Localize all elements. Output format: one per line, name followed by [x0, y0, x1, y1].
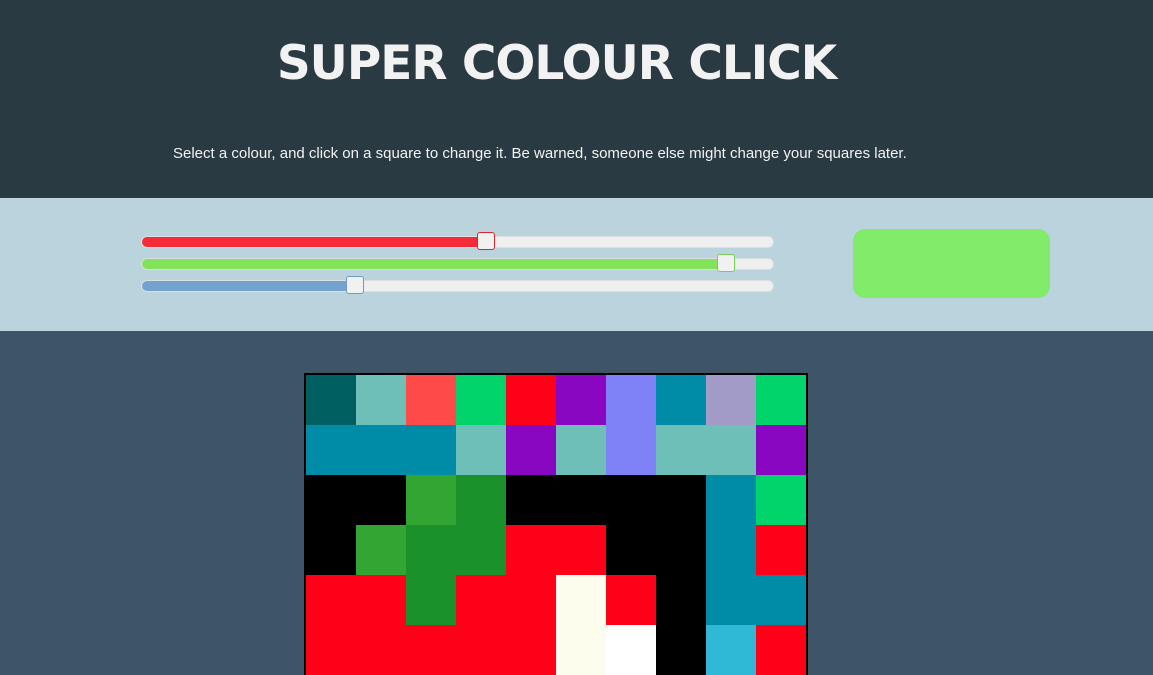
- board-cell[interactable]: [506, 375, 556, 425]
- board-cell[interactable]: [306, 525, 356, 575]
- green-slider[interactable]: [141, 254, 774, 272]
- board-cell[interactable]: [456, 575, 506, 625]
- board-cell[interactable]: [456, 525, 506, 575]
- board-cell[interactable]: [556, 475, 606, 525]
- green-slider-fill: [142, 259, 726, 269]
- board-cell[interactable]: [456, 475, 506, 525]
- board-cell[interactable]: [556, 525, 606, 575]
- board-cell[interactable]: [656, 475, 706, 525]
- board-cell[interactable]: [756, 625, 806, 675]
- board-cell[interactable]: [506, 475, 556, 525]
- board-cell[interactable]: [656, 375, 706, 425]
- blue-slider-fill: [142, 281, 356, 291]
- board-cell[interactable]: [506, 425, 556, 475]
- board-cell[interactable]: [606, 575, 656, 625]
- board-cell[interactable]: [356, 475, 406, 525]
- board-cell[interactable]: [756, 525, 806, 575]
- board-cell[interactable]: [356, 525, 406, 575]
- board-cell[interactable]: [356, 425, 406, 475]
- green-slider-handle[interactable]: [716, 254, 735, 272]
- selected-colour-preview: [853, 229, 1050, 298]
- board-cell[interactable]: [306, 575, 356, 625]
- board-cell[interactable]: [306, 625, 356, 675]
- board-cell[interactable]: [406, 625, 456, 675]
- board-cell[interactable]: [306, 425, 356, 475]
- board-cell[interactable]: [306, 375, 356, 425]
- board-grid: [306, 375, 806, 675]
- colour-controls: [0, 198, 1153, 331]
- board-cell[interactable]: [556, 375, 606, 425]
- board-cell[interactable]: [506, 575, 556, 625]
- board-cell[interactable]: [406, 575, 456, 625]
- board-cell[interactable]: [356, 625, 406, 675]
- page-title: SUPER COLOUR CLICK: [276, 36, 837, 91]
- board-cell[interactable]: [656, 425, 706, 475]
- instructions-text: Select a colour, and click on a square t…: [173, 145, 907, 162]
- red-slider-handle[interactable]: [476, 232, 495, 250]
- board-cell[interactable]: [456, 625, 506, 675]
- board-cell[interactable]: [406, 375, 456, 425]
- board-cell[interactable]: [406, 525, 456, 575]
- red-slider[interactable]: [141, 232, 774, 250]
- board-cell[interactable]: [556, 575, 606, 625]
- board-cell[interactable]: [656, 625, 706, 675]
- board-cell[interactable]: [606, 625, 656, 675]
- board-cell[interactable]: [706, 425, 756, 475]
- board-cell[interactable]: [356, 375, 406, 425]
- board-cell[interactable]: [756, 425, 806, 475]
- board-cell[interactable]: [556, 425, 606, 475]
- board-cell[interactable]: [756, 575, 806, 625]
- board-cell[interactable]: [606, 525, 656, 575]
- board-cell[interactable]: [756, 375, 806, 425]
- board-cell[interactable]: [306, 475, 356, 525]
- board-cell[interactable]: [506, 625, 556, 675]
- board-cell[interactable]: [656, 525, 706, 575]
- header: SUPER COLOUR CLICK Select a colour, and …: [0, 0, 1153, 198]
- blue-slider[interactable]: [141, 276, 774, 294]
- board-cell[interactable]: [706, 575, 756, 625]
- board-cell[interactable]: [606, 475, 656, 525]
- blue-slider-handle[interactable]: [346, 276, 365, 294]
- board-cell[interactable]: [756, 475, 806, 525]
- board-cell[interactable]: [706, 625, 756, 675]
- board-cell[interactable]: [656, 575, 706, 625]
- board-cell[interactable]: [506, 525, 556, 575]
- board-cell[interactable]: [456, 375, 506, 425]
- board-cell[interactable]: [356, 575, 406, 625]
- board-cell[interactable]: [706, 475, 756, 525]
- board-cell[interactable]: [606, 425, 656, 475]
- board-cell[interactable]: [456, 425, 506, 475]
- red-slider-fill: [142, 237, 486, 247]
- board-cell[interactable]: [706, 525, 756, 575]
- board-cell[interactable]: [406, 425, 456, 475]
- board-cell[interactable]: [606, 375, 656, 425]
- board-cell[interactable]: [706, 375, 756, 425]
- board-cell[interactable]: [406, 475, 456, 525]
- board-cell[interactable]: [556, 625, 606, 675]
